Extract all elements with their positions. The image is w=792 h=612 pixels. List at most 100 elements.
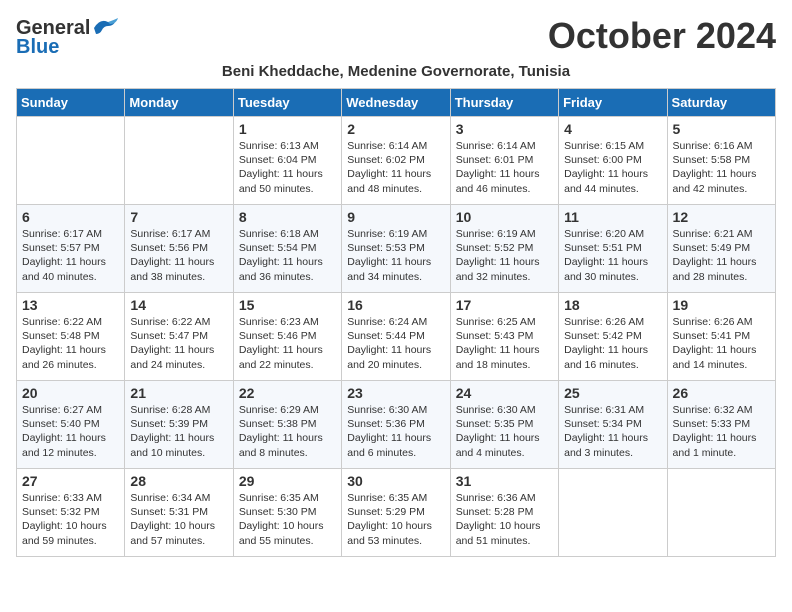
calendar-cell: 5 Sunrise: 6:16 AMSunset: 5:58 PMDaylight… — [667, 117, 775, 205]
cell-info: Sunrise: 6:20 AMSunset: 5:51 PMDaylight:… — [564, 227, 661, 284]
day-number: 12 — [673, 209, 770, 225]
day-number: 25 — [564, 385, 661, 401]
calendar-cell: 20 Sunrise: 6:27 AMSunset: 5:40 PMDayligh… — [17, 381, 125, 469]
day-number: 8 — [239, 209, 336, 225]
day-number: 2 — [347, 121, 444, 137]
cell-info: Sunrise: 6:13 AMSunset: 6:04 PMDaylight:… — [239, 139, 336, 196]
week-row-1: 1 Sunrise: 6:13 AMSunset: 6:04 PMDaylight… — [17, 117, 776, 205]
calendar-cell: 3 Sunrise: 6:14 AMSunset: 6:01 PMDaylight… — [450, 117, 558, 205]
col-header-thursday: Thursday — [450, 89, 558, 117]
cell-info: Sunrise: 6:28 AMSunset: 5:39 PMDaylight:… — [130, 403, 227, 460]
cell-info: Sunrise: 6:17 AMSunset: 5:57 PMDaylight:… — [22, 227, 119, 284]
day-number: 17 — [456, 297, 553, 313]
month-title: October 2024 — [548, 16, 776, 56]
cell-info: Sunrise: 6:27 AMSunset: 5:40 PMDaylight:… — [22, 403, 119, 460]
cell-info: Sunrise: 6:35 AMSunset: 5:30 PMDaylight:… — [239, 491, 336, 548]
day-number: 9 — [347, 209, 444, 225]
calendar-cell — [125, 117, 233, 205]
calendar-cell: 7 Sunrise: 6:17 AMSunset: 5:56 PMDaylight… — [125, 205, 233, 293]
cell-info: Sunrise: 6:15 AMSunset: 6:00 PMDaylight:… — [564, 139, 661, 196]
day-number: 18 — [564, 297, 661, 313]
cell-info: Sunrise: 6:35 AMSunset: 5:29 PMDaylight:… — [347, 491, 444, 548]
cell-info: Sunrise: 6:16 AMSunset: 5:58 PMDaylight:… — [673, 139, 770, 196]
col-header-saturday: Saturday — [667, 89, 775, 117]
calendar-cell: 26Sunrise: 6:32 AMSunset: 5:33 PMDayligh… — [667, 381, 775, 469]
calendar-cell — [559, 469, 667, 557]
calendar-cell: 29 Sunrise: 6:35 AMSunset: 5:30 PMDayligh… — [233, 469, 341, 557]
cell-info: Sunrise: 6:25 AMSunset: 5:43 PMDaylight:… — [456, 315, 553, 372]
col-header-friday: Friday — [559, 89, 667, 117]
cell-info: Sunrise: 6:33 AMSunset: 5:32 PMDaylight:… — [22, 491, 119, 548]
cell-info: Sunrise: 6:14 AMSunset: 6:01 PMDaylight:… — [456, 139, 553, 196]
calendar-cell — [17, 117, 125, 205]
calendar-cell: 24Sunrise: 6:30 AMSunset: 5:35 PMDayligh… — [450, 381, 558, 469]
cell-info: Sunrise: 6:19 AMSunset: 5:52 PMDaylight:… — [456, 227, 553, 284]
day-number: 20 — [22, 385, 119, 401]
calendar-cell: 28 Sunrise: 6:34 AMSunset: 5:31 PMDayligh… — [125, 469, 233, 557]
day-number: 29 — [239, 473, 336, 489]
calendar-cell: 4Sunrise: 6:15 AMSunset: 6:00 PMDaylight… — [559, 117, 667, 205]
col-header-sunday: Sunday — [17, 89, 125, 117]
location-subtitle: Beni Kheddache, Medenine Governorate, Tu… — [16, 63, 776, 80]
cell-info: Sunrise: 6:24 AMSunset: 5:44 PMDaylight:… — [347, 315, 444, 372]
cell-info: Sunrise: 6:30 AMSunset: 5:36 PMDaylight:… — [347, 403, 444, 460]
day-number: 22 — [239, 385, 336, 401]
calendar-cell — [667, 469, 775, 557]
day-number: 24 — [456, 385, 553, 401]
cell-info: Sunrise: 6:19 AMSunset: 5:53 PMDaylight:… — [347, 227, 444, 284]
logo-bird-icon — [90, 16, 120, 40]
day-number: 30 — [347, 473, 444, 489]
cell-info: Sunrise: 6:17 AMSunset: 5:56 PMDaylight:… — [130, 227, 227, 284]
cell-info: Sunrise: 6:23 AMSunset: 5:46 PMDaylight:… — [239, 315, 336, 372]
day-number: 1 — [239, 121, 336, 137]
day-number: 7 — [130, 209, 227, 225]
col-header-monday: Monday — [125, 89, 233, 117]
week-row-3: 13 Sunrise: 6:22 AMSunset: 5:48 PMDayligh… — [17, 293, 776, 381]
calendar-cell: 17 Sunrise: 6:25 AMSunset: 5:43 PMDayligh… — [450, 293, 558, 381]
day-number: 10 — [456, 209, 553, 225]
calendar-cell: 16 Sunrise: 6:24 AMSunset: 5:44 PMDayligh… — [342, 293, 450, 381]
calendar-cell: 27 Sunrise: 6:33 AMSunset: 5:32 PMDayligh… — [17, 469, 125, 557]
calendar-cell: 15 Sunrise: 6:23 AMSunset: 5:46 PMDayligh… — [233, 293, 341, 381]
cell-info: Sunrise: 6:26 AMSunset: 5:42 PMDaylight:… — [564, 315, 661, 372]
calendar-cell: 10 Sunrise: 6:19 AMSunset: 5:52 PMDayligh… — [450, 205, 558, 293]
logo: General Blue — [16, 16, 120, 59]
day-number: 14 — [130, 297, 227, 313]
calendar-cell: 14 Sunrise: 6:22 AMSunset: 5:47 PMDayligh… — [125, 293, 233, 381]
calendar-cell: 2 Sunrise: 6:14 AMSunset: 6:02 PMDaylight… — [342, 117, 450, 205]
cell-info: Sunrise: 6:22 AMSunset: 5:47 PMDaylight:… — [130, 315, 227, 372]
calendar-cell: 31Sunrise: 6:36 AMSunset: 5:28 PMDayligh… — [450, 469, 558, 557]
day-number: 19 — [673, 297, 770, 313]
calendar-cell: 9 Sunrise: 6:19 AMSunset: 5:53 PMDaylight… — [342, 205, 450, 293]
cell-info: Sunrise: 6:29 AMSunset: 5:38 PMDaylight:… — [239, 403, 336, 460]
calendar-cell: 13 Sunrise: 6:22 AMSunset: 5:48 PMDayligh… — [17, 293, 125, 381]
day-number: 5 — [673, 121, 770, 137]
day-number: 28 — [130, 473, 227, 489]
calendar-cell: 12Sunrise: 6:21 AMSunset: 5:49 PMDayligh… — [667, 205, 775, 293]
calendar-cell: 22 Sunrise: 6:29 AMSunset: 5:38 PMDayligh… — [233, 381, 341, 469]
week-row-4: 20 Sunrise: 6:27 AMSunset: 5:40 PMDayligh… — [17, 381, 776, 469]
day-number: 11 — [564, 209, 661, 225]
calendar-cell: 21Sunrise: 6:28 AMSunset: 5:39 PMDayligh… — [125, 381, 233, 469]
day-number: 27 — [22, 473, 119, 489]
calendar-cell: 11 Sunrise: 6:20 AMSunset: 5:51 PMDayligh… — [559, 205, 667, 293]
cell-info: Sunrise: 6:18 AMSunset: 5:54 PMDaylight:… — [239, 227, 336, 284]
week-row-2: 6 Sunrise: 6:17 AMSunset: 5:57 PMDaylight… — [17, 205, 776, 293]
day-number: 15 — [239, 297, 336, 313]
calendar-cell: 19Sunrise: 6:26 AMSunset: 5:41 PMDayligh… — [667, 293, 775, 381]
day-number: 16 — [347, 297, 444, 313]
cell-info: Sunrise: 6:34 AMSunset: 5:31 PMDaylight:… — [130, 491, 227, 548]
cell-info: Sunrise: 6:31 AMSunset: 5:34 PMDaylight:… — [564, 403, 661, 460]
header-row: SundayMondayTuesdayWednesdayThursdayFrid… — [17, 89, 776, 117]
day-number: 13 — [22, 297, 119, 313]
cell-info: Sunrise: 6:14 AMSunset: 6:02 PMDaylight:… — [347, 139, 444, 196]
cell-info: Sunrise: 6:22 AMSunset: 5:48 PMDaylight:… — [22, 315, 119, 372]
day-number: 6 — [22, 209, 119, 225]
day-number: 3 — [456, 121, 553, 137]
cell-info: Sunrise: 6:32 AMSunset: 5:33 PMDaylight:… — [673, 403, 770, 460]
col-header-wednesday: Wednesday — [342, 89, 450, 117]
calendar-cell: 6 Sunrise: 6:17 AMSunset: 5:57 PMDaylight… — [17, 205, 125, 293]
calendar-cell: 1 Sunrise: 6:13 AMSunset: 6:04 PMDaylight… — [233, 117, 341, 205]
day-number: 23 — [347, 385, 444, 401]
calendar-table: SundayMondayTuesdayWednesdayThursdayFrid… — [16, 88, 776, 557]
